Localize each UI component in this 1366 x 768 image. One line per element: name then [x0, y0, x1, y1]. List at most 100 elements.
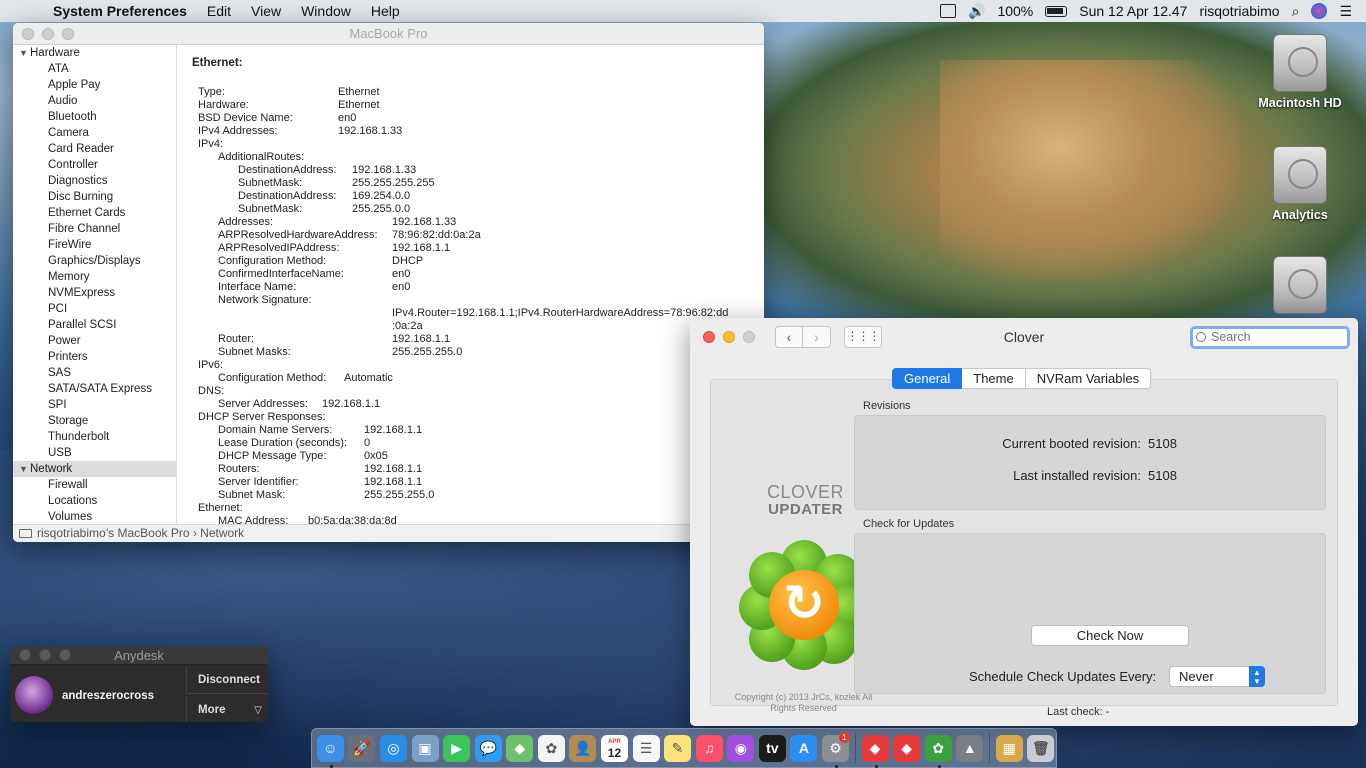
- minimize-button[interactable]: [42, 27, 54, 40]
- desktop-disk-macintosh-hd[interactable]: Macintosh HD: [1245, 34, 1355, 110]
- show-all-button[interactable]: ⋮⋮⋮: [844, 326, 882, 348]
- siri-icon[interactable]: [1311, 3, 1328, 19]
- close-button[interactable]: [22, 27, 34, 40]
- sidebar-item[interactable]: SAS: [13, 365, 176, 381]
- dock-calendar[interactable]: APR 12: [599, 732, 630, 765]
- sidebar-item[interactable]: Camera: [13, 125, 176, 141]
- sidebar-item[interactable]: Power: [13, 333, 176, 349]
- sidebar-item[interactable]: Parallel SCSI: [13, 317, 176, 333]
- hard-disk-icon: [1273, 34, 1327, 92]
- notification-center-icon[interactable]: ☰: [1339, 3, 1352, 20]
- dock-messages[interactable]: 💬: [473, 732, 504, 765]
- desktop-disk-third[interactable]: [1245, 256, 1355, 318]
- sidebar-group-hardware[interactable]: ▼ Hardware: [13, 45, 176, 61]
- disclosure-triangle-icon[interactable]: ▼: [19, 461, 30, 477]
- dock-migration[interactable]: ▲: [954, 732, 985, 765]
- detail-row: Addresses: 192.168.1.33: [192, 216, 764, 229]
- zoom-button[interactable]: [62, 27, 74, 40]
- dock-tv[interactable]: tv: [757, 732, 788, 765]
- sidebar-item[interactable]: Controller: [13, 157, 176, 173]
- forward-button[interactable]: ›: [803, 326, 831, 348]
- sidebar-item[interactable]: FireWire: [13, 237, 176, 253]
- dock-facetime[interactable]: ▶: [441, 732, 472, 765]
- dock-launchpad[interactable]: 🚀: [347, 732, 378, 765]
- sidebar-group-network[interactable]: ▼ Network: [13, 461, 176, 477]
- battery-icon[interactable]: [1045, 5, 1068, 17]
- minimize-button[interactable]: [39, 649, 51, 661]
- zoom-button[interactable]: [59, 649, 71, 661]
- dock-archive[interactable]: ▦: [994, 732, 1025, 765]
- sidebar-item[interactable]: Storage: [13, 413, 176, 429]
- desktop-disk-analytics[interactable]: Analytics: [1245, 146, 1355, 222]
- tab-nvram-variables[interactable]: NVRam Variables: [1025, 368, 1152, 389]
- sidebar-item[interactable]: Memory: [13, 269, 176, 285]
- sidebar-item[interactable]: NVMExpress: [13, 285, 176, 301]
- minimize-button[interactable]: [723, 331, 735, 343]
- menu-view[interactable]: View: [251, 3, 281, 19]
- tab-general[interactable]: General: [892, 368, 963, 389]
- menu-edit[interactable]: Edit: [207, 3, 231, 19]
- disconnect-button[interactable]: Disconnect: [186, 667, 268, 694]
- dock-trash[interactable]: 🗑: [1026, 732, 1057, 765]
- dock-app-store[interactable]: A: [789, 732, 820, 765]
- breadcrumb[interactable]: risqotriabimo’s MacBook Pro › Network: [37, 526, 244, 540]
- sidebar-item[interactable]: ATA: [13, 61, 176, 77]
- sidebar-item[interactable]: SPI: [13, 397, 176, 413]
- user-name[interactable]: risqotriabimo: [1199, 3, 1279, 19]
- detail-value: 0: [364, 437, 371, 449]
- schedule-select[interactable]: Never ▲ ▼: [1169, 666, 1265, 687]
- dock-system-preferences[interactable]: ⚙ 1: [820, 731, 851, 768]
- sidebar-item[interactable]: PCI: [13, 301, 176, 317]
- sidebar-item[interactable]: SATA/SATA Express: [13, 381, 176, 397]
- dock-podcasts[interactable]: ◉: [726, 732, 757, 765]
- spotlight-search-icon[interactable]: ⌕: [1292, 3, 1300, 20]
- dock-notes[interactable]: ✎: [662, 732, 693, 765]
- back-button[interactable]: ‹: [775, 326, 803, 348]
- menu-window[interactable]: Window: [301, 3, 351, 19]
- sidebar-item[interactable]: Bluetooth: [13, 109, 176, 125]
- tab-theme[interactable]: Theme: [962, 368, 1026, 389]
- search-field[interactable]: [1190, 326, 1350, 349]
- dock-maps[interactable]: ◆: [504, 732, 535, 765]
- sidebar-item[interactable]: Printers: [13, 349, 176, 365]
- clock[interactable]: Sun 12 Apr 12.47: [1079, 3, 1187, 19]
- window-titlebar[interactable]: Anydesk: [10, 646, 268, 665]
- disclosure-triangle-icon[interactable]: ▼: [19, 45, 30, 61]
- sidebar-item[interactable]: Diagnostics: [13, 173, 176, 189]
- sidebar-item[interactable]: Locations: [13, 493, 176, 509]
- sidebar-item[interactable]: Disc Burning: [13, 189, 176, 205]
- window-titlebar[interactable]: MacBook Pro: [13, 23, 764, 45]
- sidebar-item[interactable]: Card Reader: [13, 141, 176, 157]
- dock-anydesk-alt[interactable]: ◆: [891, 732, 922, 765]
- dock-photos[interactable]: ✿: [536, 732, 567, 765]
- window-titlebar[interactable]: ‹ › ⋮⋮⋮ Clover: [690, 318, 1358, 356]
- dock-preview[interactable]: ▣: [410, 732, 441, 765]
- menu-help[interactable]: Help: [371, 3, 400, 19]
- sidebar-item[interactable]: Volumes: [13, 509, 176, 524]
- sidebar-item[interactable]: Ethernet Cards: [13, 205, 176, 221]
- more-button[interactable]: More ▽: [186, 697, 268, 722]
- chevron-updown-icon: ▲ ▼: [1249, 666, 1265, 687]
- dock-safari[interactable]: ◎: [378, 732, 409, 765]
- dock-clover[interactable]: ✿: [923, 732, 954, 768]
- dock-reminders[interactable]: ☰: [631, 732, 662, 765]
- close-button[interactable]: [19, 649, 31, 661]
- search-input[interactable]: [1211, 330, 1341, 344]
- sidebar-item[interactable]: Apple Pay: [13, 77, 176, 93]
- activity-monitor-icon[interactable]: [940, 4, 956, 18]
- sidebar-item[interactable]: Fibre Channel: [13, 221, 176, 237]
- menu-app-name[interactable]: System Preferences: [53, 3, 187, 19]
- sidebar-item[interactable]: Graphics/Displays: [13, 253, 176, 269]
- dock-anydesk[interactable]: ◆: [860, 732, 891, 768]
- dock-contacts[interactable]: 👤: [568, 732, 599, 765]
- sidebar-item[interactable]: Thunderbolt: [13, 429, 176, 445]
- sidebar-item[interactable]: Audio: [13, 93, 176, 109]
- volume-icon[interactable]: 🔊: [968, 3, 985, 20]
- sidebar-item[interactable]: USB: [13, 445, 176, 461]
- sidebar-item[interactable]: Firewall: [13, 477, 176, 493]
- close-button[interactable]: [703, 331, 715, 343]
- dock-finder[interactable]: ☺: [315, 732, 346, 768]
- check-now-button[interactable]: Check Now: [1031, 625, 1189, 646]
- dock-music[interactable]: ♫: [694, 732, 725, 765]
- zoom-button[interactable]: [743, 331, 755, 343]
